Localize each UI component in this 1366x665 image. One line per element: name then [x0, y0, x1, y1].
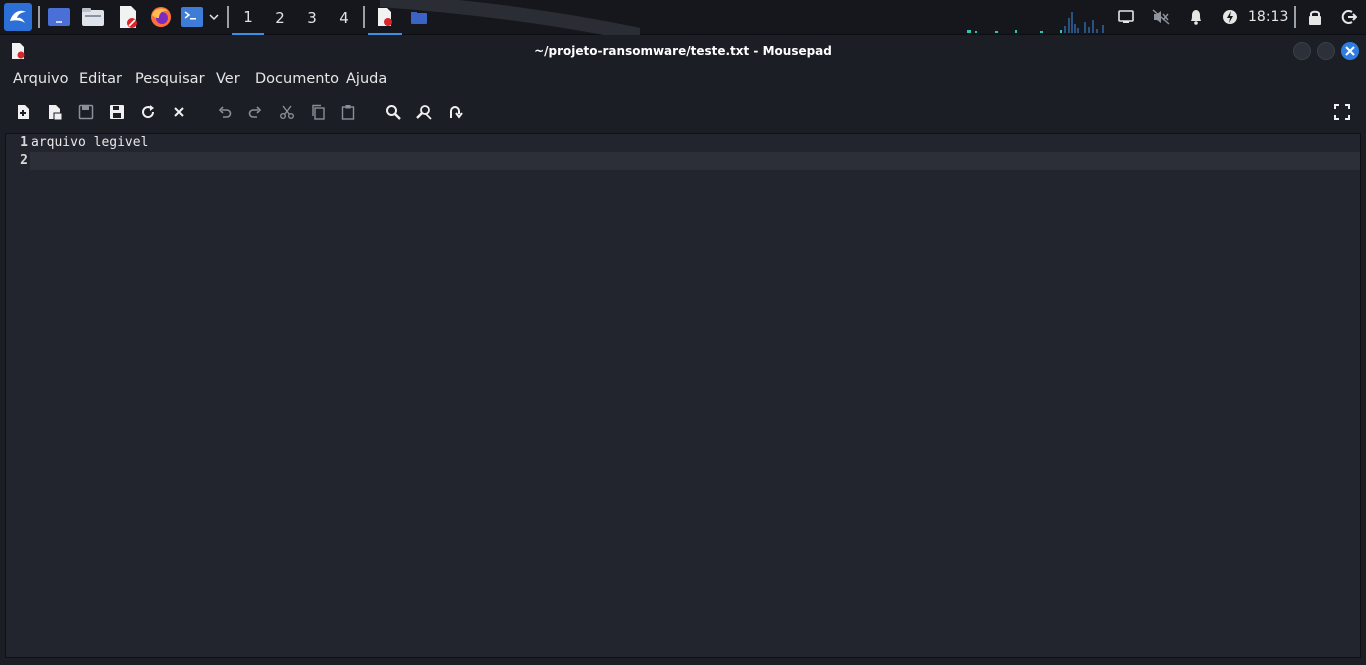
fullscreen-button[interactable]: [1333, 103, 1351, 121]
text-editor-icon[interactable]: [116, 5, 140, 29]
top-panel: 1 2 3 4 18:13: [0, 0, 1366, 35]
go-to-line-button[interactable]: [446, 103, 464, 121]
paste-button[interactable]: [339, 103, 357, 121]
new-document-icon: [18, 105, 29, 119]
text-line-current[interactable]: [30, 152, 1360, 170]
maximize-button[interactable]: [1317, 42, 1335, 60]
lock-icon[interactable]: [1306, 5, 1324, 29]
power-icon[interactable]: [1221, 5, 1239, 29]
save-as-button[interactable]: [108, 103, 126, 121]
terminal-icon[interactable]: [180, 5, 204, 29]
close-icon: [174, 107, 184, 117]
cut-icon: [280, 105, 294, 119]
line-number: 2: [20, 153, 28, 168]
line-number: 1: [20, 135, 28, 150]
show-desktop-icon[interactable]: [47, 5, 71, 29]
menubar: Arquivo Editar Pesquisar Ver Documento A…: [0, 66, 1366, 94]
panel-separator: [227, 6, 229, 28]
workspace-1[interactable]: 1: [232, 0, 264, 35]
panel-separator: [363, 6, 365, 28]
network-icon[interactable]: [1116, 5, 1136, 29]
folder-icon: [411, 11, 427, 24]
text-editor-icon: [378, 7, 392, 26]
panel-separator: [1294, 6, 1296, 28]
redo-button[interactable]: [246, 103, 264, 121]
window-titlebar[interactable]: ~/projeto-ransomware/teste.txt - Mousepa…: [0, 36, 1366, 66]
workspace-label: 2: [275, 8, 285, 27]
menu-documento[interactable]: Documento: [255, 71, 339, 87]
fullscreen-icon: [1334, 104, 1350, 120]
reload-icon: [142, 105, 155, 119]
toolbar: [0, 96, 1366, 128]
volume-muted-icon[interactable]: [1151, 5, 1171, 29]
find-replace-icon: [416, 105, 432, 120]
close-window-button[interactable]: [1341, 42, 1359, 60]
workspace-3[interactable]: 3: [296, 0, 328, 35]
cut-button[interactable]: [278, 103, 296, 121]
copy-icon: [312, 104, 325, 120]
new-document-button[interactable]: [15, 103, 33, 121]
menu-editar[interactable]: Editar: [79, 71, 122, 87]
find-button[interactable]: [384, 103, 402, 121]
workspace-label: 1: [243, 7, 253, 26]
menu-arquivo[interactable]: Arquivo: [13, 71, 69, 87]
taskbar-file-manager[interactable]: [402, 0, 436, 35]
taskbar-mousepad[interactable]: [368, 0, 402, 35]
firefox-icon[interactable]: [149, 5, 173, 29]
text-editor-area[interactable]: 1 2 arquivo legivel: [5, 133, 1361, 658]
paste-icon: [341, 105, 355, 120]
save-as-icon: [110, 105, 124, 119]
clock[interactable]: 18:13: [1248, 0, 1288, 35]
menu-pesquisar[interactable]: Pesquisar: [135, 71, 205, 87]
workspace-label: 3: [307, 8, 317, 27]
workspace-4[interactable]: 4: [328, 0, 360, 35]
window-bottom-border: [0, 659, 1366, 665]
undo-icon: [218, 106, 232, 118]
menu-ajuda[interactable]: Ajuda: [346, 71, 387, 87]
go-to-line-icon: [450, 106, 463, 119]
network-monitor-graph: [967, 12, 1104, 33]
save-icon: [78, 104, 94, 120]
minimize-button[interactable]: [1293, 42, 1311, 60]
kali-dragon-icon[interactable]: [4, 3, 32, 31]
redo-icon: [248, 106, 262, 118]
window-title: ~/projeto-ransomware/teste.txt - Mousepa…: [534, 44, 832, 58]
new-window-button[interactable]: [46, 103, 64, 121]
notification-bell-icon[interactable]: [1187, 5, 1205, 29]
find-icon: [386, 105, 401, 120]
workspace-label: 4: [339, 8, 349, 27]
menu-ver[interactable]: Ver: [216, 71, 240, 87]
close-icon: [1345, 46, 1355, 56]
new-window-icon: [49, 105, 63, 120]
terminal-menu-chevron-down-icon[interactable]: [206, 5, 222, 29]
find-replace-button[interactable]: [415, 103, 433, 121]
file-manager-icon[interactable]: [81, 5, 105, 29]
text-line[interactable]: arquivo legivel: [30, 134, 1360, 152]
line-number-gutter: 1 2: [6, 134, 30, 657]
panel-separator: [38, 6, 40, 28]
copy-button[interactable]: [309, 103, 327, 121]
reload-button[interactable]: [139, 103, 157, 121]
logout-icon[interactable]: [1340, 5, 1358, 29]
undo-button[interactable]: [216, 103, 234, 121]
workspace-2[interactable]: 2: [264, 0, 296, 35]
save-button[interactable]: [77, 103, 95, 121]
close-document-button[interactable]: [170, 103, 188, 121]
